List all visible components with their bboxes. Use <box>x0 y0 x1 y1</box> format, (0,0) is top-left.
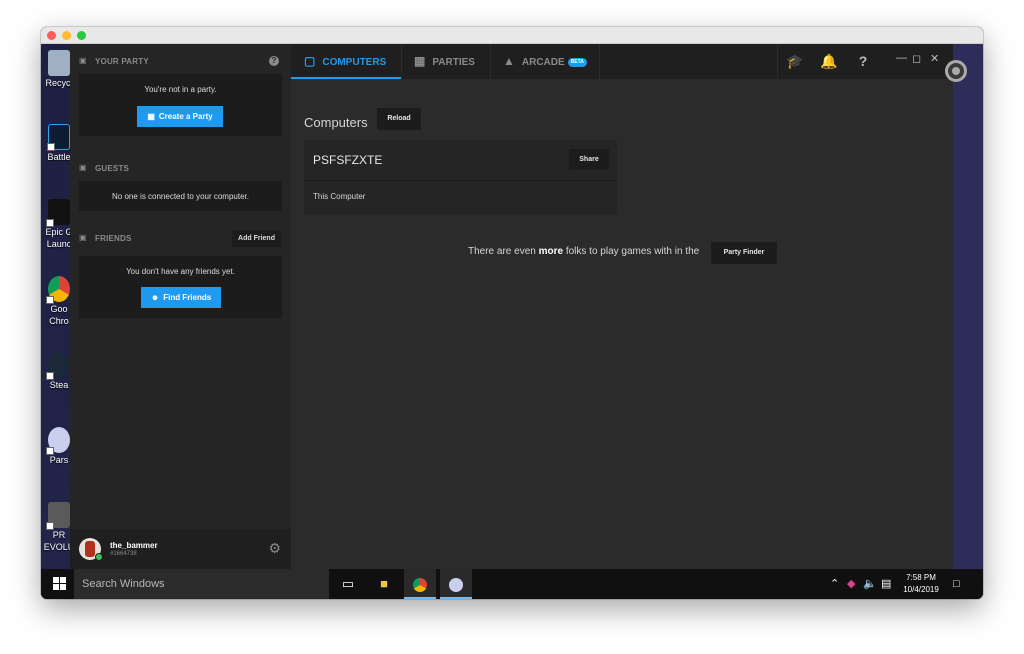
desktop-edge <box>953 44 983 569</box>
party-card: You're not in a party. ▦ Create a Party <box>79 74 282 136</box>
user-bar: the_bammer #1664738 ⚙ <box>70 529 291 569</box>
page-title: Computers <box>304 115 368 130</box>
chrome-taskbar-icon[interactable] <box>404 569 436 599</box>
network-icon[interactable]: ▤ <box>881 569 891 599</box>
party-finder-text: There are even more folks to play games … <box>468 246 700 257</box>
username: the_bammer <box>110 541 158 550</box>
add-friend-button[interactable]: Add Friend <box>232 230 281 247</box>
tab-arcade[interactable]: ▲ ARCADE BETA <box>491 44 599 79</box>
epic-games-icon <box>46 199 70 227</box>
computer-name: PSFSFZXTE <box>313 153 383 167</box>
minimize-window-button[interactable] <box>62 31 71 40</box>
pro-evolution-icon <box>46 502 70 530</box>
file-explorer-icon[interactable]: ■ <box>368 569 400 599</box>
close-window-button[interactable] <box>47 31 56 40</box>
computer-subtitle: This Computer <box>313 192 366 201</box>
task-view-icon[interactable]: ▭ <box>332 569 364 599</box>
taskbar: Search Windows ▭ ■ ⌃ ◆ 🔈 ▤ 7:58 PM 10/4/… <box>41 569 983 599</box>
system-clock[interactable]: 7:58 PM 10/4/2019 <box>899 572 943 596</box>
people-icon: ▣ <box>79 233 87 242</box>
share-button[interactable]: Share <box>569 149 609 170</box>
clock-date: 10/4/2019 <box>903 585 939 594</box>
guests-section-header: ▣ GUESTS <box>70 160 291 178</box>
recycle-bin-icon <box>48 50 70 76</box>
clock-time: 7:58 PM <box>906 573 936 582</box>
monitor-icon: ▢ <box>304 54 316 68</box>
help-icon[interactable]: ? <box>846 44 880 79</box>
tab-parties[interactable]: ▦ PARTIES <box>402 44 490 79</box>
graduation-cap-icon[interactable]: 🎓 <box>778 44 812 79</box>
friends-card: You don't have any friends yet. ☻ Find Fr… <box>79 256 282 318</box>
minimize-icon[interactable]: — <box>896 52 907 64</box>
guests-section-title: GUESTS <box>95 164 130 173</box>
parsec-icon <box>46 427 70 455</box>
online-status-icon <box>95 553 103 561</box>
help-icon[interactable]: ? <box>269 56 279 66</box>
guests-message: No one is connected to your computer. <box>112 192 249 201</box>
add-person-icon: ☻ <box>150 293 160 302</box>
friends-message: You don't have any friends yet. <box>126 267 235 276</box>
tray-app-icon[interactable]: ◆ <box>847 569 855 599</box>
battle-net-icon <box>47 124 70 151</box>
divider <box>304 180 617 181</box>
find-friends-button[interactable]: ☻ Find Friends <box>141 287 221 308</box>
mac-titlebar <box>41 27 983 44</box>
parsec-taskbar-icon[interactable] <box>440 569 472 599</box>
user-id: #1664738 <box>110 551 137 557</box>
computer-card[interactable]: PSFSFZXTE Share This Computer <box>304 140 617 215</box>
search-input[interactable]: Search Windows <box>74 569 329 599</box>
parsec-app: ▣ YOUR PARTY ? You're not in a party. ▦ C… <box>70 44 953 569</box>
people-icon: ▣ <box>79 163 87 172</box>
close-icon[interactable]: ✕ <box>930 52 939 65</box>
guests-card: No one is connected to your computer. <box>79 181 282 211</box>
friends-section-title: FRIENDS <box>95 234 132 243</box>
windows-start-icon[interactable] <box>53 577 66 590</box>
tab-bar: ▢ COMPUTERS ▦ PARTIES ▲ ARCADE BETA 🎓 🔔 ? — … <box>291 44 953 79</box>
party-section-title: YOUR PARTY <box>95 57 149 66</box>
maximize-icon[interactable]: ◻ <box>912 52 921 65</box>
steam-icon <box>46 352 70 380</box>
reload-button[interactable]: Reload <box>377 108 421 130</box>
tab-divider <box>599 44 600 79</box>
people-icon: ▣ <box>79 56 87 65</box>
joystick-icon: ▲ <box>503 54 515 68</box>
record-icon[interactable] <box>945 60 967 82</box>
notification-icon[interactable]: □ <box>953 569 960 599</box>
party-finder-button[interactable]: Party Finder <box>711 242 777 264</box>
party-section-header: ▣ YOUR PARTY ? <box>70 53 291 71</box>
beta-badge: BETA <box>567 57 587 67</box>
volume-icon[interactable]: 🔈 <box>863 569 877 599</box>
chrome-icon <box>46 276 70 304</box>
sofa-icon: ▦ <box>414 54 426 68</box>
sofa-icon: ▦ <box>147 112 155 121</box>
party-message: You're not in a party. <box>144 85 217 94</box>
chevron-up-icon[interactable]: ⌃ <box>830 569 839 599</box>
friends-section-header: ▣ FRIENDS Add Friend <box>70 230 291 248</box>
mac-window: Recycl Battle Epic G Launc Goo Chro Stea… <box>41 27 983 599</box>
zoom-window-button[interactable] <box>77 31 86 40</box>
bell-icon[interactable]: 🔔 <box>812 44 846 79</box>
gear-icon[interactable]: ⚙ <box>268 540 281 557</box>
tab-computers[interactable]: ▢ COMPUTERS <box>291 44 401 79</box>
create-party-button[interactable]: ▦ Create a Party <box>137 106 223 127</box>
sidebar: ▣ YOUR PARTY ? You're not in a party. ▦ C… <box>70 44 291 569</box>
